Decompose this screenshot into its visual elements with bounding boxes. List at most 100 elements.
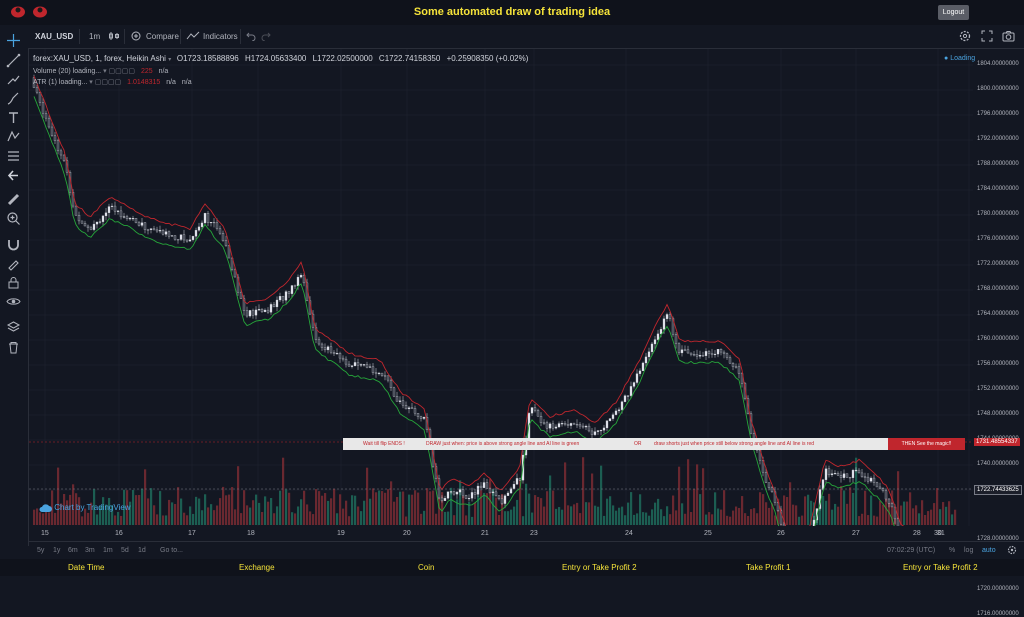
candle [896, 518, 900, 526]
candle [86, 225, 90, 229]
volume-bar [48, 512, 51, 525]
volume-bar [267, 501, 270, 525]
volume-bar [585, 502, 588, 525]
volume-bar [909, 492, 912, 525]
time-tick-label: 16 [115, 530, 123, 537]
candle [218, 228, 222, 234]
candle [725, 353, 729, 358]
candle [293, 285, 297, 287]
eye-icon[interactable] [6, 294, 21, 309]
auto-toggle[interactable]: auto [982, 547, 996, 554]
zoom-in-icon[interactable] [6, 211, 21, 226]
range-3m-button[interactable]: 3m [85, 547, 95, 554]
volume-bar [348, 516, 351, 525]
compare-icon[interactable] [130, 30, 142, 42]
banner-text: OR [634, 441, 642, 447]
compare-button[interactable]: Compare [146, 32, 179, 41]
price-axis[interactable]: 1804.00000000 1800.00000000 1796.00000000 1… [973, 49, 1024, 617]
percent-toggle[interactable]: % [949, 547, 955, 554]
volume-bar [648, 515, 651, 525]
stay-in-drawing-icon[interactable] [6, 256, 21, 271]
time-tick-label: 24 [625, 530, 633, 537]
candle [503, 495, 507, 504]
indicators-icon[interactable] [186, 31, 200, 41]
fullscreen-icon[interactable] [981, 30, 993, 42]
candle [854, 469, 858, 472]
brush-icon[interactable] [6, 91, 21, 106]
volume-bar [693, 488, 696, 525]
volume-bar [162, 515, 165, 525]
candle [536, 410, 540, 417]
trash-icon[interactable] [6, 340, 21, 355]
candle [410, 407, 414, 409]
candle [134, 218, 138, 223]
tradingview-watermark[interactable]: Chart by TradingView [38, 503, 131, 513]
indicators-button[interactable]: Indicators [203, 32, 238, 41]
candle [677, 343, 681, 354]
volume-bar [210, 504, 213, 525]
interval-selector[interactable]: 1m [89, 32, 100, 41]
range-6m-button[interactable]: 6m [68, 547, 78, 554]
pattern-tool-icon[interactable] [6, 129, 21, 144]
prediction-tool-icon[interactable] [6, 148, 21, 163]
volume-bar [42, 513, 45, 525]
volume-bar [171, 502, 174, 525]
volume-bar [636, 513, 639, 525]
candle [734, 366, 738, 368]
range-5d-button[interactable]: 5d [121, 547, 129, 554]
volume-bar [174, 504, 177, 525]
symbol-search[interactable]: XAU_USD [35, 32, 73, 41]
layers-icon[interactable] [6, 320, 21, 335]
candle [641, 362, 645, 372]
undo-icon[interactable] [246, 31, 256, 41]
magnet-icon[interactable] [6, 237, 21, 252]
volume-bar [678, 466, 681, 525]
settings-gear-icon[interactable] [959, 30, 971, 42]
candle [74, 205, 78, 216]
range-1m-button[interactable]: 1m [103, 547, 113, 554]
camera-icon[interactable] [1002, 30, 1015, 42]
time-axis[interactable]: 15 16 17 18 19 20 21 23 24 25 26 27 28 30 31 [29, 527, 973, 541]
range-1y-button[interactable]: 1y [53, 547, 60, 554]
logout-button[interactable]: Logout [938, 5, 969, 20]
volume-bar [882, 504, 885, 525]
candle [47, 117, 51, 128]
text-tool-icon[interactable] [6, 110, 21, 125]
volume-bar [384, 492, 387, 525]
candle [587, 425, 591, 432]
candle [254, 309, 258, 316]
candle [542, 422, 546, 424]
back-arrow-icon[interactable] [6, 168, 21, 183]
logo-icon [11, 6, 25, 18]
volume-bar [582, 457, 585, 525]
price-chart[interactable] [29, 49, 973, 526]
log-toggle[interactable]: log [964, 547, 973, 554]
settings-gear-icon[interactable] [1007, 545, 1017, 555]
goto-button[interactable]: Go to... [160, 547, 183, 554]
trend-line-icon[interactable] [6, 53, 21, 68]
redo-icon[interactable] [261, 31, 271, 41]
volume-study-label[interactable]: Volume (20) loading... [33, 68, 101, 75]
atr-study-label[interactable]: ATR (1) loading... [33, 79, 87, 86]
volume-bar [546, 491, 549, 525]
volume-bar [156, 514, 159, 525]
page-title: Some automated draw of trading idea [413, 6, 611, 18]
clock[interactable]: 07:02:29 (UTC) [887, 547, 935, 554]
candle [416, 412, 420, 417]
candle [497, 495, 501, 500]
candle [845, 473, 849, 478]
candle [101, 215, 105, 222]
range-5y-button[interactable]: 5y [37, 547, 44, 554]
crosshair-icon[interactable] [6, 33, 21, 48]
range-1d-button[interactable]: 1d [138, 547, 146, 554]
volume-bar [369, 498, 372, 525]
chart-type-icon[interactable] [108, 30, 120, 42]
ruler-icon[interactable] [6, 192, 21, 207]
symbol-description[interactable]: forex:XAU_USD, 1, forex, Heikin Ashi [33, 54, 166, 63]
candle [272, 304, 276, 308]
fib-tool-icon[interactable] [6, 72, 21, 87]
lock-icon[interactable] [6, 275, 21, 290]
candle [173, 235, 177, 240]
candle [440, 497, 444, 501]
volume-bar [807, 494, 810, 525]
